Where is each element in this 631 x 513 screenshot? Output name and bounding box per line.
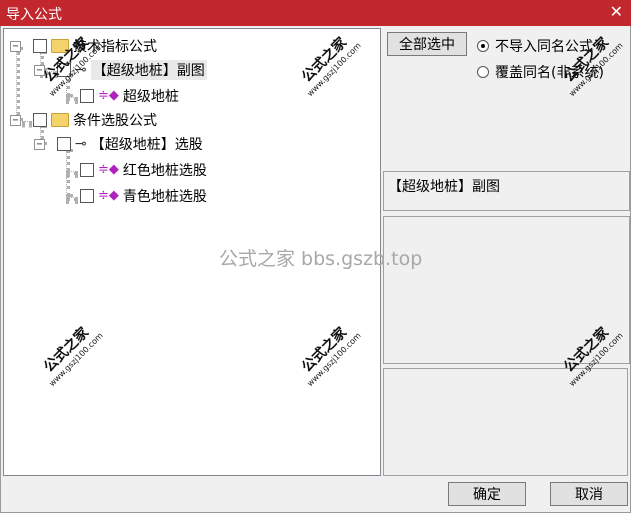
- window-title: 导入公式: [6, 7, 62, 23]
- tree-checkbox[interactable]: [33, 113, 47, 127]
- formula-icon: ≑◆: [98, 188, 119, 203]
- tree-node-tech-leaf[interactable]: ≑◆ 超级地桩: [80, 85, 179, 107]
- tree-node-cyan-pile[interactable]: ≑◆ 青色地桩选股: [80, 185, 207, 207]
- key-icon: ⊸: [75, 62, 87, 78]
- key-icon: ⊸: [75, 136, 87, 152]
- tree-node-condition-sub[interactable]: − ⊸ 【超级地桩】选股: [34, 133, 203, 155]
- tree-checkbox[interactable]: [80, 163, 94, 177]
- tree-checkbox[interactable]: [33, 39, 47, 53]
- cancel-button[interactable]: 取消: [550, 482, 628, 506]
- description-panel: [383, 216, 630, 364]
- tree-connector: [66, 197, 78, 201]
- collapse-icon[interactable]: −: [34, 138, 45, 150]
- folder-icon: [51, 39, 69, 53]
- tree-checkbox[interactable]: [80, 89, 94, 103]
- radio-overwrite-same-name[interactable]: 覆盖同名(非系统): [477, 62, 604, 82]
- tree-node-label: 条件选股公式: [73, 113, 157, 129]
- tree-checkbox[interactable]: [80, 189, 94, 203]
- formula-info-text: 【超级地桩】副图: [388, 179, 500, 195]
- radio-label: 覆盖同名(非系统): [495, 65, 604, 81]
- ok-button[interactable]: 确定: [448, 482, 526, 506]
- collapse-icon[interactable]: −: [10, 114, 21, 126]
- center-watermark: 公式之家 bbs.gszb.top: [219, 248, 423, 270]
- tree-node-label: 超级地桩: [122, 89, 179, 105]
- select-all-button[interactable]: 全部选中: [387, 32, 467, 56]
- tree-checkbox[interactable]: [57, 137, 71, 151]
- tree-node-tech-sub[interactable]: − ⊸ 【超级地桩】副图: [34, 59, 207, 81]
- radio-unselected-icon[interactable]: [477, 66, 489, 78]
- tree-node-label: 【超级地桩】选股: [90, 137, 203, 153]
- radio-label: 不导入同名公式: [495, 39, 593, 55]
- import-formula-dialog: − 技术指标公式 − ⊸ 【超级地桩】副图 ≑◆ 超级地桩 − 条件选股公式 −…: [0, 26, 631, 513]
- tree-node-label: 【超级地桩】副图: [90, 60, 207, 80]
- formula-icon: ≑◆: [98, 162, 119, 177]
- param-panel: [383, 368, 628, 476]
- tree-connector: [66, 97, 78, 101]
- folder-icon: [51, 113, 69, 127]
- tree-checkbox[interactable]: [57, 63, 71, 77]
- radio-skip-same-name[interactable]: 不导入同名公式: [477, 36, 593, 56]
- title-bar: 导入公式 ✕: [0, 0, 631, 26]
- tree-node-label: 技术指标公式: [73, 39, 157, 55]
- close-icon[interactable]: ✕: [610, 2, 623, 21]
- formula-info-box: 【超级地桩】副图: [383, 171, 630, 211]
- tree-node-red-pile[interactable]: ≑◆ 红色地桩选股: [80, 159, 207, 181]
- tree-node-label: 青色地桩选股: [122, 189, 207, 205]
- tree-node-condition-stock[interactable]: − 条件选股公式: [10, 109, 157, 131]
- tree-node-tech-indicators[interactable]: − 技术指标公式: [10, 35, 157, 57]
- collapse-icon[interactable]: −: [34, 64, 45, 76]
- collapse-icon[interactable]: −: [10, 40, 21, 52]
- tree-node-label: 红色地桩选股: [122, 163, 207, 179]
- tree-connector: [66, 171, 78, 175]
- radio-selected-icon[interactable]: [477, 40, 489, 52]
- formula-icon: ≑◆: [98, 88, 119, 103]
